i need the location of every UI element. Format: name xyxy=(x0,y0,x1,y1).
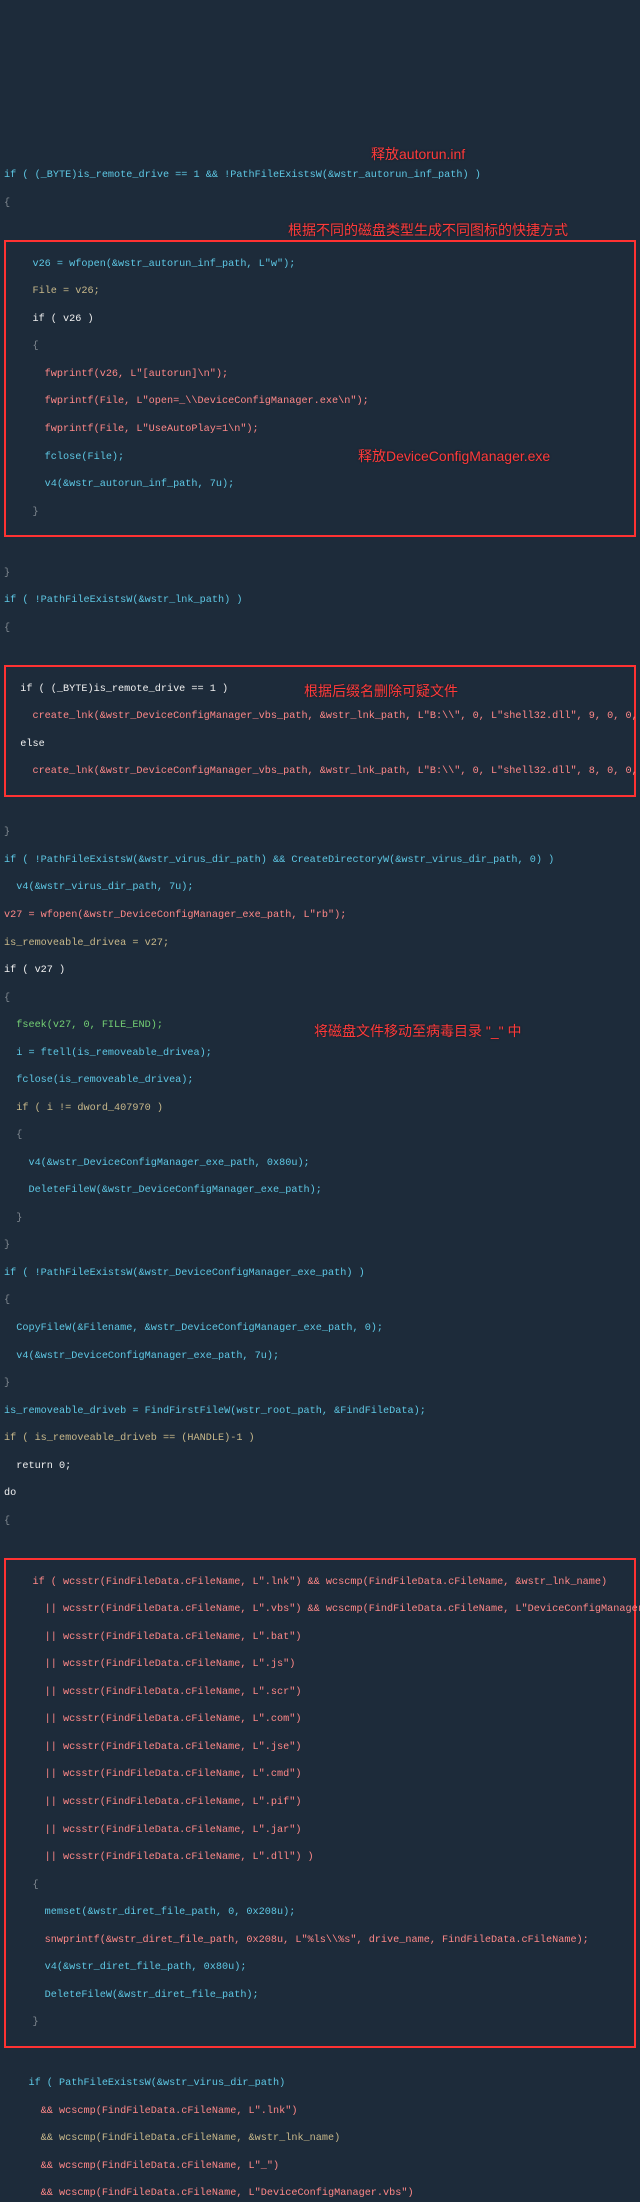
code-line: if ( is_removeable_driveb == (HANDLE)-1 … xyxy=(4,1432,636,1446)
code-line: || wcsstr(FindFileData.cFileName, L".scr… xyxy=(8,1686,632,1700)
code-line: } xyxy=(4,1239,636,1253)
code-line: || wcsstr(FindFileData.cFileName, L".dll… xyxy=(8,1851,632,1865)
code-line: v27 = wfopen(&wstr_DeviceConfigManager_e… xyxy=(4,909,636,923)
code-line: { xyxy=(4,197,636,211)
code-line: if ( !PathFileExistsW(&wstr_virus_dir_pa… xyxy=(4,854,636,868)
code-line: else xyxy=(8,738,632,752)
code-line: CopyFileW(&Filename, &wstr_DeviceConfigM… xyxy=(4,1322,636,1336)
code-line: if ( !PathFileExistsW(&wstr_lnk_path) ) xyxy=(4,594,636,608)
code-line: if ( PathFileExistsW(&wstr_virus_dir_pat… xyxy=(4,2077,636,2091)
code-line: fwprintf(v26, L"[autorun]\n"); xyxy=(8,368,632,382)
code-line: } xyxy=(8,506,632,520)
code-line: && wcscmp(FindFileData.cFileName, L"_") xyxy=(4,2160,636,2174)
decompiled-code-view: 释放autorun.inf 根据不同的磁盘类型生成不同图标的快捷方式 释放Dev… xyxy=(4,59,636,2202)
code-line: memset(&wstr_diret_file_path, 0, 0x208u)… xyxy=(8,1906,632,1920)
code-line: v26 = wfopen(&wstr_autorun_inf_path, L"w… xyxy=(8,258,632,272)
code-line: { xyxy=(8,340,632,354)
code-line: } xyxy=(4,567,636,581)
code-line: || wcsstr(FindFileData.cFileName, L".vbs… xyxy=(8,1603,632,1617)
code-line: || wcsstr(FindFileData.cFileName, L".jar… xyxy=(8,1824,632,1838)
code-line: || wcsstr(FindFileData.cFileName, L".js"… xyxy=(8,1658,632,1672)
annotation-dcm: 释放DeviceConfigManager.exe xyxy=(358,447,550,466)
code-line: create_lnk(&wstr_DeviceConfigManager_vbs… xyxy=(8,710,632,724)
code-line: } xyxy=(8,2016,632,2030)
annotation-move: 将磁盘文件移动至病毒目录 "_" 中 xyxy=(314,1022,522,1041)
code-line: { xyxy=(4,1129,636,1143)
code-line: do xyxy=(4,1487,636,1501)
code-line: if ( (_BYTE)is_remote_drive == 1 && !Pat… xyxy=(4,169,636,183)
code-line: File = v26; xyxy=(8,285,632,299)
code-line: fwprintf(File, L"open=_\\DeviceConfigMan… xyxy=(8,395,632,409)
highlight-box-3: if ( wcsstr(FindFileData.cFileName, L".l… xyxy=(4,1558,636,2048)
code-line: { xyxy=(4,622,636,636)
code-line: && wcscmp(FindFileData.cFileName, &wstr_… xyxy=(4,2132,636,2146)
highlight-box-1: v26 = wfopen(&wstr_autorun_inf_path, L"w… xyxy=(4,240,636,537)
annotation-delete: 根据后缀名删除可疑文件 xyxy=(304,682,458,701)
code-line: return 0; xyxy=(4,1460,636,1474)
code-line: fclose(is_removeable_drivea); xyxy=(4,1074,636,1088)
code-line: DeleteFileW(&wstr_DeviceConfigManager_ex… xyxy=(4,1184,636,1198)
code-line: { xyxy=(4,992,636,1006)
annotation-shortcut: 根据不同的磁盘类型生成不同图标的快捷方式 xyxy=(288,221,568,240)
code-line: DeleteFileW(&wstr_diret_file_path); xyxy=(8,1989,632,2003)
code-line: if ( wcsstr(FindFileData.cFileName, L".l… xyxy=(8,1576,632,1590)
code-line: v4(&wstr_diret_file_path, 0x80u); xyxy=(8,1961,632,1975)
code-line: v4(&wstr_DeviceConfigManager_exe_path, 0… xyxy=(4,1157,636,1171)
code-line: && wcscmp(FindFileData.cFileName, L"Devi… xyxy=(4,2187,636,2201)
code-line: fwprintf(File, L"UseAutoPlay=1\n"); xyxy=(8,423,632,437)
code-line: if ( v27 ) xyxy=(4,964,636,978)
code-line: is_removeable_drivea = v27; xyxy=(4,937,636,951)
code-line: || wcsstr(FindFileData.cFileName, L".cmd… xyxy=(8,1768,632,1782)
code-line: create_lnk(&wstr_DeviceConfigManager_vbs… xyxy=(8,765,632,779)
code-line: || wcsstr(FindFileData.cFileName, L".pif… xyxy=(8,1796,632,1810)
code-line: if ( v26 ) xyxy=(8,313,632,327)
code-line: } xyxy=(4,826,636,840)
code-line: } xyxy=(4,1377,636,1391)
annotation-autorun: 释放autorun.inf xyxy=(371,145,465,164)
code-line: if ( !PathFileExistsW(&wstr_DeviceConfig… xyxy=(4,1267,636,1281)
code-line: } xyxy=(4,1212,636,1226)
code-line: i = ftell(is_removeable_drivea); xyxy=(4,1047,636,1061)
code-line: || wcsstr(FindFileData.cFileName, L".jse… xyxy=(8,1741,632,1755)
code-line: v4(&wstr_autorun_inf_path, 7u); xyxy=(8,478,632,492)
code-line: v4(&wstr_DeviceConfigManager_exe_path, 7… xyxy=(4,1350,636,1364)
code-line: is_removeable_driveb = FindFirstFileW(ws… xyxy=(4,1405,636,1419)
code-line: && wcscmp(FindFileData.cFileName, L".lnk… xyxy=(4,2105,636,2119)
code-line: { xyxy=(8,1879,632,1893)
code-line: if ( i != dword_407970 ) xyxy=(4,1102,636,1116)
code-line: snwprintf(&wstr_diret_file_path, 0x208u,… xyxy=(8,1934,632,1948)
code-line: || wcsstr(FindFileData.cFileName, L".bat… xyxy=(8,1631,632,1645)
code-line: { xyxy=(4,1515,636,1529)
code-line: v4(&wstr_virus_dir_path, 7u); xyxy=(4,881,636,895)
code-line: || wcsstr(FindFileData.cFileName, L".com… xyxy=(8,1713,632,1727)
code-line: { xyxy=(4,1294,636,1308)
